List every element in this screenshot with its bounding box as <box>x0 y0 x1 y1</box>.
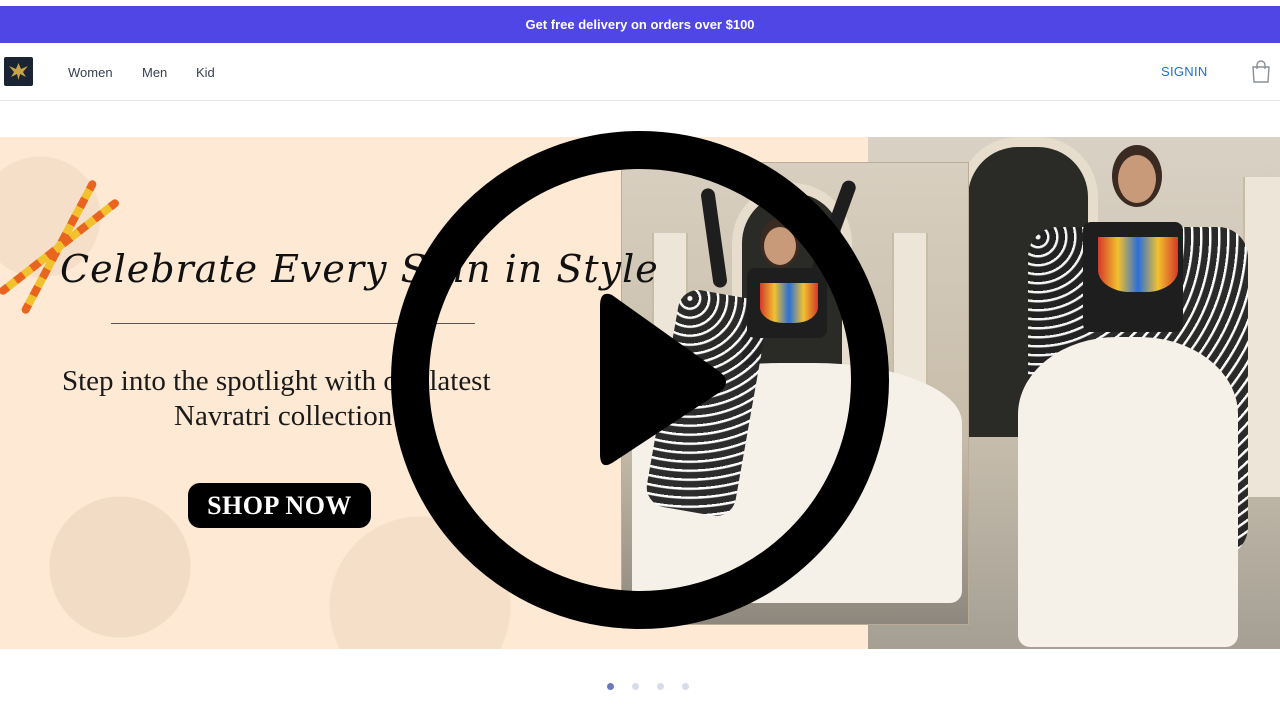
nav-link-kid[interactable]: Kid <box>196 65 215 80</box>
signin-link[interactable]: SIGNIN <box>1161 64 1208 79</box>
shopping-bag-icon[interactable] <box>1250 60 1272 84</box>
carousel-dot[interactable] <box>632 683 639 690</box>
carousel-dot[interactable] <box>607 683 614 690</box>
play-icon[interactable] <box>390 130 890 630</box>
announcement-text: Get free delivery on orders over $100 <box>525 17 755 32</box>
hero-subtitle-line2: Navratri collection <box>174 400 393 432</box>
carousel-dots <box>0 683 1280 695</box>
carousel-dot[interactable] <box>682 683 689 690</box>
eagle-logo-icon[interactable] <box>4 57 33 86</box>
carousel-dot[interactable] <box>657 683 664 690</box>
pillar <box>1243 177 1280 497</box>
announcement-bar: Get free delivery on orders over $100 <box>0 6 1280 43</box>
model-face <box>1118 155 1156 203</box>
shop-now-button[interactable]: SHOP NOW <box>188 483 371 528</box>
navbar: Women Men Kid SIGNIN <box>0 43 1280 101</box>
nav-link-women[interactable]: Women <box>68 65 113 80</box>
model-skirt <box>1018 337 1238 647</box>
model-yoke <box>1098 237 1178 292</box>
nav-link-men[interactable]: Men <box>142 65 167 80</box>
